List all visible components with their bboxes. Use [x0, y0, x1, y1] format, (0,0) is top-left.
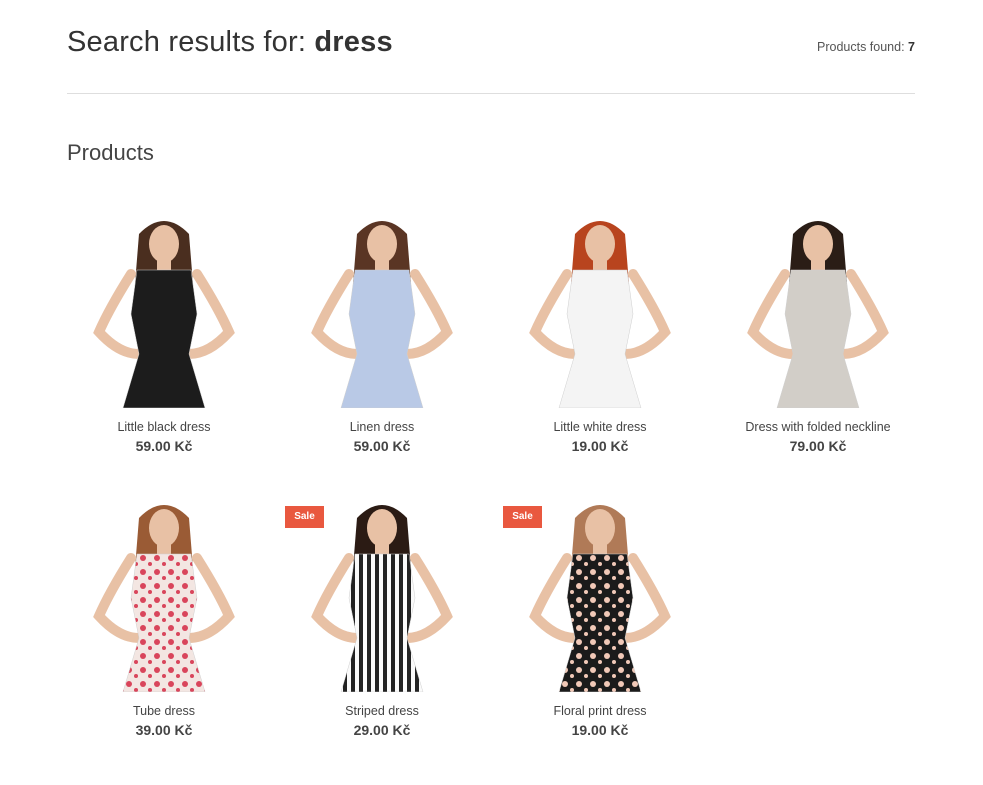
page-title: Search results for: dress	[67, 26, 393, 59]
product-price: 79.00 Kč	[789, 438, 847, 454]
product-price: 19.00 Kč	[571, 438, 629, 454]
product-name[interactable]: Floral print dress	[491, 704, 709, 718]
title-prefix: Search results for:	[67, 26, 307, 58]
products-found: Products found: 7	[817, 40, 915, 54]
section-title: Products	[67, 140, 154, 165]
products-found-label: Products found:	[817, 40, 905, 54]
product-card[interactable]: Little black dress 59.00 Kč	[55, 210, 273, 470]
product-image[interactable]	[709, 214, 927, 408]
sale-badge: Sale	[503, 506, 542, 528]
product-name[interactable]: Striped dress	[273, 704, 491, 718]
product-card[interactable]: Dress with folded neckline 79.00 Kč	[709, 210, 927, 470]
product-image[interactable]	[55, 214, 273, 408]
product-name[interactable]: Tube dress	[55, 704, 273, 718]
product-price: 59.00 Kč	[135, 438, 193, 454]
search-header: Search results for: dress Products found…	[67, 26, 915, 66]
product-price: 19.00 Kč	[571, 722, 629, 738]
product-card[interactable]: Striped dress 29.00 Kč	[273, 494, 491, 754]
product-card[interactable]: Tube dress 39.00 Kč	[55, 494, 273, 754]
product-price: 39.00 Kč	[135, 722, 193, 738]
products-found-count: 7	[908, 40, 915, 54]
product-image[interactable]	[491, 214, 709, 408]
header-divider	[67, 93, 915, 94]
sale-badge: Sale	[285, 506, 324, 528]
product-image[interactable]	[55, 498, 273, 692]
product-card[interactable]: Little white dress 19.00 Kč	[491, 210, 709, 470]
search-query: dress	[314, 26, 393, 58]
product-name[interactable]: Little white dress	[491, 420, 709, 434]
product-image[interactable]	[273, 214, 491, 408]
product-card[interactable]: Linen dress 59.00 Kč	[273, 210, 491, 470]
product-name[interactable]: Little black dress	[55, 420, 273, 434]
product-card[interactable]: Floral print dress 19.00 Kč	[491, 494, 709, 754]
product-name[interactable]: Dress with folded neckline	[709, 420, 927, 434]
product-name[interactable]: Linen dress	[273, 420, 491, 434]
product-price: 59.00 Kč	[353, 438, 411, 454]
product-price: 29.00 Kč	[353, 722, 411, 738]
